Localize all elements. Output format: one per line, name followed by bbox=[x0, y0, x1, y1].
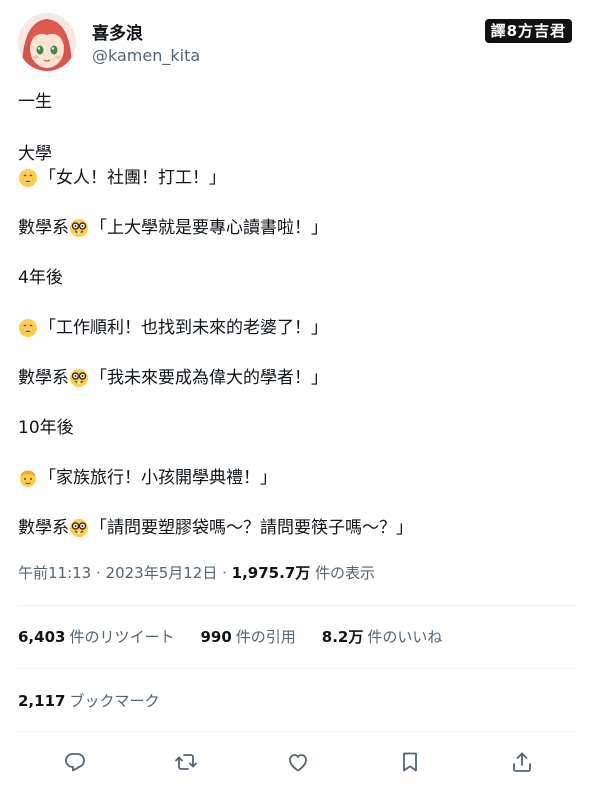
tweet-line-prefix: 數學系 bbox=[18, 218, 69, 238]
tweet-line-text: 一生 bbox=[18, 92, 52, 112]
retweet-icon bbox=[175, 754, 197, 770]
tweet-line-text: 大學 bbox=[18, 144, 52, 164]
reply-icon bbox=[65, 753, 85, 772]
author-display-name[interactable]: 喜多浪 bbox=[92, 19, 143, 44]
engagement-stats: 6,403 件のリツイート 990 件の引用 8.2万 件のいいね bbox=[18, 626, 468, 647]
nerd-face-icon bbox=[69, 368, 89, 388]
tweet-line-text: 「我未來要成為偉大的學者！」 bbox=[90, 368, 328, 388]
tweet-line-text: 10年後 bbox=[18, 418, 74, 438]
meta-separator: · bbox=[91, 564, 106, 582]
action-bar bbox=[40, 746, 550, 778]
tweet-line: 數學系 「上大學就是要專心讀書啦！」 bbox=[18, 216, 328, 240]
bookmarks-stat[interactable]: 2,117 ブックマーク bbox=[18, 690, 159, 711]
tweet-line-text: 「上大學就是要專心讀書啦！」 bbox=[90, 218, 328, 238]
tweet-line: 大學 bbox=[18, 142, 52, 166]
retweets-label: 件のリツイート bbox=[69, 628, 175, 646]
tweet-line: 一生 bbox=[18, 90, 52, 114]
views-label: 件の表示 bbox=[310, 564, 376, 582]
quotes-label: 件の引用 bbox=[235, 628, 296, 646]
older-man-icon bbox=[18, 468, 38, 488]
retweet-button[interactable] bbox=[170, 746, 202, 778]
divider bbox=[18, 605, 578, 606]
likes-count: 8.2万 bbox=[321, 628, 364, 646]
likes-label: 件のいいね bbox=[367, 628, 443, 646]
author-handle[interactable]: @kamen_kita bbox=[92, 46, 200, 65]
tweet-line: 「家族旅行！小孩開學典禮！」 bbox=[18, 466, 277, 490]
tweet-metadata: 午前11:13 · 2023年5月12日 · 1,975.7万 件の表示 bbox=[18, 562, 375, 583]
retweets-stat[interactable]: 6,403 件のリツイート bbox=[18, 626, 174, 647]
tweet-line: 數學系 「請問要塑膠袋嗎～？請問要筷子嗎～？」 bbox=[18, 516, 413, 540]
divider bbox=[18, 731, 578, 732]
share-icon bbox=[513, 752, 531, 772]
grinning-face-icon bbox=[18, 318, 38, 338]
grinning-face-icon bbox=[18, 168, 38, 188]
tweet-line: 數學系 「我未來要成為偉大的學者！」 bbox=[18, 366, 328, 390]
tweet-line: 「工作順利！也找到未來的老婆了！」 bbox=[18, 316, 328, 340]
tweet-header: 喜多浪 @kamen_kita 譯8方吉君 bbox=[18, 13, 580, 71]
tweet-line: 10年後 bbox=[18, 416, 74, 440]
tweet-line-text: 「請問要塑膠袋嗎～？請問要筷子嗎～？」 bbox=[90, 518, 413, 538]
like-icon bbox=[289, 754, 307, 772]
reply-button[interactable] bbox=[59, 746, 91, 778]
tweet-line-text: 「工作順利！也找到未來的老婆了！」 bbox=[39, 318, 328, 338]
tweet-line: 「女人！社團！打工！」 bbox=[18, 166, 226, 190]
bookmarks-label: ブックマーク bbox=[69, 692, 160, 710]
tweet-line: 4年後 bbox=[18, 266, 63, 290]
nerd-face-icon bbox=[69, 218, 89, 238]
quotes-stat[interactable]: 990 件の引用 bbox=[200, 626, 295, 647]
meta-separator: · bbox=[217, 564, 232, 582]
share-button[interactable] bbox=[506, 746, 538, 778]
bookmark-button[interactable] bbox=[394, 746, 426, 778]
retweets-count: 6,403 bbox=[18, 628, 66, 646]
divider bbox=[18, 668, 578, 669]
views-count: 1,975.7万 bbox=[231, 564, 311, 582]
tweet-line-text: 「女人！社團！打工！」 bbox=[39, 168, 226, 188]
quotes-count: 990 bbox=[200, 628, 232, 646]
avatar[interactable] bbox=[18, 13, 76, 71]
tweet-time[interactable]: 午前11:13 bbox=[18, 564, 91, 582]
tweet-line-text: 「家族旅行！小孩開學典禮！」 bbox=[39, 468, 277, 488]
bookmarks-count: 2,117 bbox=[18, 692, 66, 710]
tweet-line-text: 4年後 bbox=[18, 268, 63, 288]
translator-credit: 譯8方吉君 bbox=[484, 19, 572, 43]
tweet-date[interactable]: 2023年5月12日 bbox=[106, 564, 218, 582]
nerd-face-icon bbox=[69, 518, 89, 538]
tweet-line-prefix: 數學系 bbox=[18, 368, 69, 388]
tweet-line-prefix: 數學系 bbox=[18, 518, 69, 538]
likes-stat[interactable]: 8.2万 件のいいね bbox=[322, 626, 443, 647]
like-button[interactable] bbox=[282, 746, 314, 778]
bookmark-icon bbox=[403, 752, 417, 772]
